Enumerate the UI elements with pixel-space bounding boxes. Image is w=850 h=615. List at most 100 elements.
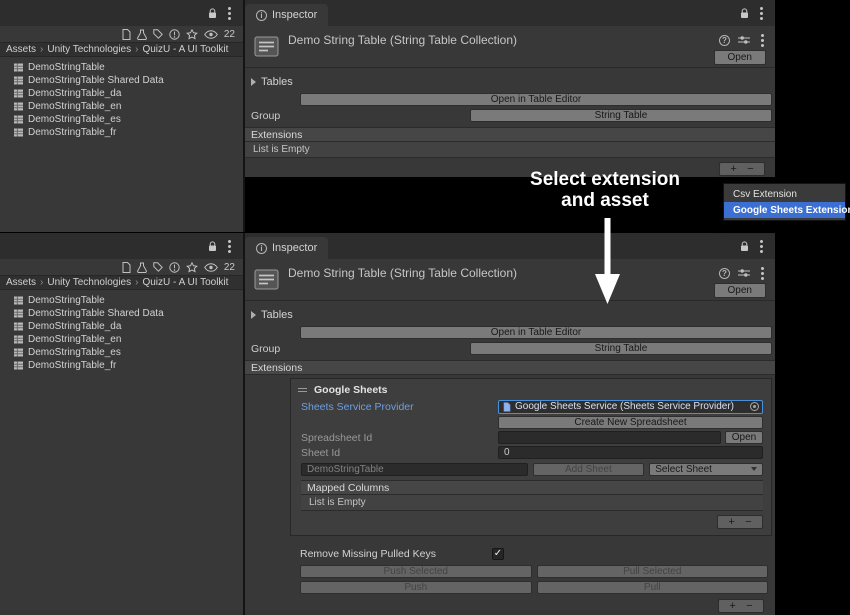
table-asset-icon xyxy=(13,321,24,332)
presets-icon[interactable] xyxy=(738,268,750,278)
asset-label: DemoStringTable_fr xyxy=(28,127,116,138)
tag-icon[interactable] xyxy=(153,262,163,272)
string-table-icon xyxy=(253,33,280,60)
tables-foldout[interactable]: Tables xyxy=(245,308,775,322)
table-asset-icon xyxy=(13,334,24,345)
extensions-header[interactable]: Extensions xyxy=(245,360,775,375)
menu-item-csv-extension[interactable]: Csv Extension xyxy=(724,186,845,202)
list-item[interactable]: DemoStringTable_da xyxy=(0,320,243,333)
spreadsheet-id-input[interactable] xyxy=(498,431,721,444)
kebab-menu-icon[interactable] xyxy=(760,12,763,15)
kebab-menu-icon[interactable] xyxy=(228,12,231,15)
list-item[interactable]: DemoStringTable Shared Data xyxy=(0,307,243,320)
add-remove-column-buttons: + − xyxy=(717,515,763,529)
add-extension-button[interactable]: + xyxy=(729,601,735,612)
add-extension-button[interactable]: + xyxy=(730,164,736,175)
breadcrumb-item[interactable]: QuizU - A UI Toolkit xyxy=(142,277,228,288)
pull-button[interactable]: Pull xyxy=(537,581,769,594)
open-spreadsheet-button[interactable]: Open xyxy=(725,431,763,444)
remove-extension-button[interactable]: − xyxy=(746,601,752,612)
sheet-id-input[interactable]: 0 xyxy=(498,446,763,459)
list-item[interactable]: DemoStringTable Shared Data xyxy=(0,74,243,87)
lock-icon[interactable] xyxy=(208,8,217,19)
list-item[interactable]: DemoStringTable_es xyxy=(0,113,243,126)
star-icon[interactable] xyxy=(186,262,198,273)
open-button[interactable]: Open xyxy=(714,50,766,65)
breadcrumb-item[interactable]: QuizU - A UI Toolkit xyxy=(142,44,228,55)
breadcrumb: Assets › Unity Technologies › QuizU - A … xyxy=(0,42,243,57)
list-item[interactable]: DemoStringTable xyxy=(0,294,243,307)
visible-count: 22 xyxy=(224,262,235,273)
table-asset-icon xyxy=(13,114,24,125)
lock-icon[interactable] xyxy=(208,241,217,252)
kebab-menu-icon[interactable] xyxy=(761,39,764,42)
push-selected-button[interactable]: Push Selected xyxy=(300,565,532,578)
select-sheet-dropdown[interactable]: Select Sheet xyxy=(649,463,763,476)
object-picker-icon[interactable] xyxy=(750,402,759,411)
breadcrumb-item[interactable]: Unity Technologies xyxy=(47,277,131,288)
alert-icon[interactable] xyxy=(169,29,180,40)
presets-icon[interactable] xyxy=(738,35,750,45)
file-icon[interactable] xyxy=(122,29,131,40)
open-in-table-editor-button[interactable]: Open in Table Editor xyxy=(300,93,772,106)
open-in-table-editor-button[interactable]: Open in Table Editor xyxy=(300,326,772,339)
remove-extension-button[interactable]: − xyxy=(747,164,753,175)
list-item[interactable]: DemoStringTable_da xyxy=(0,87,243,100)
open-button[interactable]: Open xyxy=(714,283,766,298)
remove-missing-pulled-keys-checkbox[interactable]: ✓ xyxy=(492,548,504,560)
eye-icon[interactable] xyxy=(204,30,218,39)
help-icon[interactable]: ? xyxy=(719,268,730,279)
alert-icon[interactable] xyxy=(169,262,180,273)
list-item[interactable]: DemoStringTable_en xyxy=(0,333,243,346)
mapped-columns-header[interactable]: Mapped Columns xyxy=(301,480,763,495)
eye-icon[interactable] xyxy=(204,263,218,272)
menu-item-google-sheets-extension[interactable]: Google Sheets Extension xyxy=(724,202,845,218)
beaker-icon[interactable] xyxy=(137,262,147,273)
list-item[interactable]: DemoStringTable_fr xyxy=(0,359,243,372)
kebab-menu-icon[interactable] xyxy=(228,245,231,248)
remove-column-button[interactable]: − xyxy=(745,517,751,528)
kebab-menu-icon[interactable] xyxy=(761,272,764,275)
lock-icon[interactable] xyxy=(740,241,749,252)
star-icon[interactable] xyxy=(186,29,198,40)
group-field[interactable]: String Table xyxy=(470,342,772,355)
chevron-right-icon: › xyxy=(40,277,43,288)
sheet-name-input[interactable]: DemoStringTable xyxy=(301,463,528,476)
empty-list-label: List is Empty xyxy=(245,142,775,158)
tab-inspector[interactable]: i Inspector xyxy=(245,4,328,26)
table-asset-icon xyxy=(13,101,24,112)
list-item[interactable]: DemoStringTable xyxy=(0,61,243,74)
extensions-header[interactable]: Extensions xyxy=(245,127,775,142)
drag-handle-icon[interactable] xyxy=(298,388,307,389)
lock-icon[interactable] xyxy=(740,8,749,19)
beaker-icon[interactable] xyxy=(137,29,147,40)
add-remove-extension-buttons: + − xyxy=(719,162,765,176)
sheets-service-provider-label[interactable]: Sheets Service Provider xyxy=(301,401,498,413)
foldout-arrow-icon xyxy=(251,78,256,86)
info-icon: i xyxy=(256,10,267,21)
visible-count: 22 xyxy=(224,29,235,40)
breadcrumb-item[interactable]: Unity Technologies xyxy=(47,44,131,55)
list-item[interactable]: DemoStringTable_fr xyxy=(0,126,243,139)
sheets-service-provider-field[interactable]: Google Sheets Service (Sheets Service Pr… xyxy=(498,400,763,414)
breadcrumb-item[interactable]: Assets xyxy=(6,277,36,288)
tables-foldout[interactable]: Tables xyxy=(245,75,775,89)
kebab-menu-icon[interactable] xyxy=(760,245,763,248)
help-icon[interactable]: ? xyxy=(719,35,730,46)
add-sheet-button[interactable]: Add Sheet xyxy=(533,463,645,476)
asset-icon xyxy=(503,402,511,412)
list-item[interactable]: DemoStringTable_es xyxy=(0,346,243,359)
list-item[interactable]: DemoStringTable_en xyxy=(0,100,243,113)
pull-selected-button[interactable]: Pull Selected xyxy=(537,565,769,578)
project-titlebar xyxy=(0,0,243,26)
project-toolbar: 22 xyxy=(0,259,243,275)
google-sheets-header[interactable]: Google Sheets xyxy=(291,381,771,398)
group-field[interactable]: String Table xyxy=(470,109,772,122)
tag-icon[interactable] xyxy=(153,29,163,39)
tab-inspector[interactable]: i Inspector xyxy=(245,237,328,259)
file-icon[interactable] xyxy=(122,262,131,273)
add-column-button[interactable]: + xyxy=(728,517,734,528)
create-new-spreadsheet-button[interactable]: Create New Spreadsheet xyxy=(498,416,763,429)
push-button[interactable]: Push xyxy=(300,581,532,594)
breadcrumb-item[interactable]: Assets xyxy=(6,44,36,55)
